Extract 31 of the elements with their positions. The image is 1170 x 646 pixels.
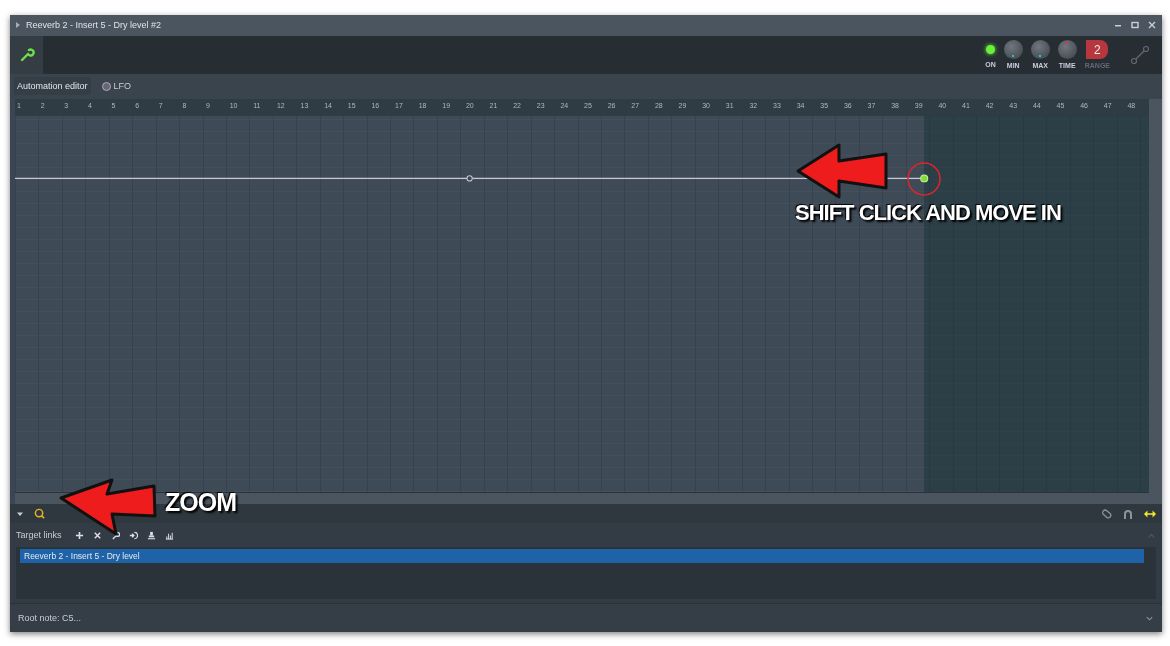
zoom-icon[interactable] — [34, 508, 45, 520]
wrench-icon[interactable] — [110, 530, 120, 540]
knob[interactable] — [1057, 40, 1077, 60]
led-indicator[interactable] — [985, 45, 995, 55]
tab[interactable]: LFO — [98, 77, 135, 96]
magnet-icon[interactable] — [1122, 507, 1134, 520]
annotation-text: SHIFT CLICK AND MOVE IN — [795, 200, 1061, 226]
target-link-item[interactable]: Reeverb 2 - Insert 5 - Dry level — [20, 549, 1144, 564]
highlight-circle — [906, 160, 943, 197]
import-icon[interactable] — [128, 530, 138, 540]
tool-button[interactable] — [10, 35, 43, 74]
annotation-text: ZOOM — [165, 488, 236, 517]
paperclip-icon[interactable] — [1100, 507, 1112, 520]
vertical-scrollbar[interactable] — [1149, 98, 1162, 505]
plus-icon[interactable] — [74, 530, 84, 540]
knob[interactable] — [1030, 40, 1050, 60]
maximize-icon[interactable] — [1131, 21, 1139, 30]
section-label: Target links — [16, 530, 62, 541]
wrench-icon — [18, 46, 35, 63]
tab[interactable]: Automation editor — [14, 77, 91, 96]
window-title: Reeverb 2 - Insert 5 - Dry level #2 — [26, 20, 162, 31]
close-icon[interactable] — [1148, 21, 1156, 30]
range-value[interactable]: 2 — [1086, 40, 1109, 60]
cross-icon[interactable] — [92, 530, 102, 540]
node-link-icon[interactable] — [1130, 44, 1150, 65]
root-note-label[interactable]: Root note: C5... — [18, 613, 82, 624]
envelope-drawing[interactable] — [15, 174, 929, 183]
triangle-icon[interactable] — [16, 22, 20, 29]
stamp-icon[interactable] — [146, 530, 156, 540]
knob[interactable] — [1003, 40, 1023, 60]
levels-icon[interactable] — [164, 530, 174, 540]
